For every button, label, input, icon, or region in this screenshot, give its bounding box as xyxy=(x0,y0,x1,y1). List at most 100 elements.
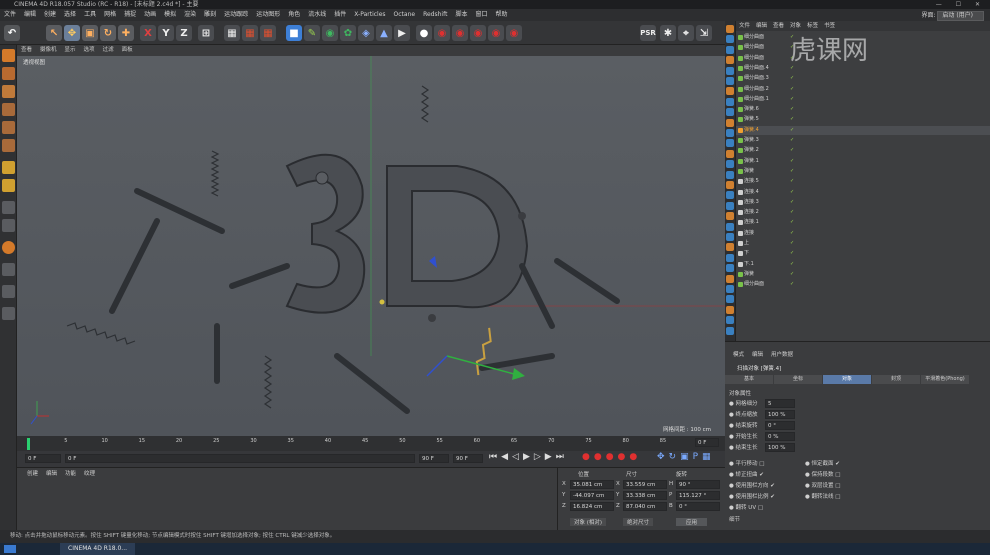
attribute-checkbox[interactable]: ● 恒定截面 ✔ xyxy=(805,459,840,467)
attribute-checkbox[interactable]: ● 平行移动 □ xyxy=(729,459,765,467)
x-axis-icon[interactable]: X xyxy=(140,25,156,41)
attribute-checkbox[interactable]: ● 翻转 UV □ xyxy=(729,503,763,511)
layout-selector[interactable]: 界面: 启动 (用户) xyxy=(921,10,984,21)
object-row[interactable]: 弹簧.5 ✓ xyxy=(736,115,990,124)
object-row[interactable]: 弹簧.3 ✓ xyxy=(736,136,990,145)
window-controls[interactable]: — ☐ ✕ xyxy=(936,0,986,9)
visibility-check[interactable]: ✓ xyxy=(790,280,794,289)
right-tab-icon[interactable] xyxy=(726,305,734,314)
scale-icon[interactable]: ▣ xyxy=(82,25,98,41)
visibility-check[interactable]: ✓ xyxy=(790,126,794,135)
object-menu-item[interactable]: 查看 xyxy=(770,23,787,29)
right-tab-icon[interactable] xyxy=(726,97,734,106)
object-row[interactable]: 连接.3 ✓ xyxy=(736,198,990,207)
object-row[interactable]: 细分曲面 ✓ xyxy=(736,280,990,289)
layer-icon[interactable] xyxy=(2,285,15,298)
select-icon[interactable]: ↖ xyxy=(46,25,62,41)
right-tab-icon[interactable] xyxy=(726,233,734,241)
render-view-icon[interactable]: ▦ xyxy=(224,25,240,41)
right-tab-icon[interactable] xyxy=(726,201,734,210)
viewport-menu-item[interactable]: 面板 xyxy=(118,47,137,53)
attribute-tab[interactable]: 封顶 xyxy=(872,375,920,384)
render-settings-icon[interactable]: ▦ xyxy=(260,25,276,41)
visibility-check[interactable]: ✓ xyxy=(790,260,794,269)
start-frame-field[interactable] xyxy=(65,454,415,463)
visibility-check[interactable]: ✓ xyxy=(790,249,794,258)
model-mode-icon[interactable] xyxy=(2,49,15,62)
visibility-check[interactable]: ✓ xyxy=(790,136,794,145)
attribute-field-input[interactable] xyxy=(765,421,795,430)
object-row[interactable]: 连接 ✓ xyxy=(736,229,990,238)
rotation-h-field[interactable] xyxy=(676,480,720,489)
record-buttons[interactable]: ●●●●● xyxy=(582,452,641,462)
size-mode-select[interactable]: 绝对尺寸 xyxy=(623,518,654,526)
redshift-icon-4[interactable]: ◉ xyxy=(488,25,504,41)
object-row[interactable]: 细分曲面.3 ✓ xyxy=(736,74,990,83)
redshift-icon-3[interactable]: ◉ xyxy=(470,25,486,41)
attribute-field-input[interactable] xyxy=(765,399,795,408)
menu-item[interactable]: 脚本 xyxy=(451,9,471,21)
right-tab-icon[interactable] xyxy=(726,222,734,231)
sculpt-icon[interactable] xyxy=(2,241,15,254)
material-menu-item[interactable]: 创建 xyxy=(23,471,42,477)
menu-item[interactable]: 捕捉 xyxy=(120,9,140,21)
menu-item[interactable]: 模拟 xyxy=(160,9,180,21)
menu-item[interactable]: 创建 xyxy=(40,9,60,21)
right-tab-icon[interactable] xyxy=(726,170,734,179)
attribute-tab[interactable]: 基本 xyxy=(725,375,773,384)
visibility-check[interactable]: ✓ xyxy=(790,208,794,217)
attribute-checkbox[interactable]: ● 使用围栏方向 ✔ xyxy=(729,481,775,489)
coord-mode-select[interactable]: 对象 (相对) xyxy=(570,518,607,526)
right-tab-icon[interactable] xyxy=(726,274,734,283)
right-tab-icon[interactable] xyxy=(726,129,734,137)
attribute-field-input[interactable] xyxy=(765,443,795,452)
coord-system-icon[interactable]: ⊞ xyxy=(198,25,214,41)
menu-item[interactable]: Octane xyxy=(390,9,420,21)
object-row[interactable]: 弹簧 ✓ xyxy=(736,167,990,176)
material-menu-item[interactable]: 功能 xyxy=(61,471,80,477)
right-tab-icon[interactable] xyxy=(726,45,734,54)
menu-item[interactable]: 角色 xyxy=(284,9,304,21)
visibility-check[interactable]: ✓ xyxy=(790,198,794,207)
visibility-check[interactable]: ✓ xyxy=(790,177,794,186)
visibility-check[interactable]: ✓ xyxy=(790,270,794,279)
object-row[interactable]: 弹簧.4 ✓ xyxy=(736,125,990,135)
deformer-icon[interactable]: ◈ xyxy=(358,25,374,41)
right-tab-icon[interactable] xyxy=(726,295,734,304)
right-tab-icon[interactable] xyxy=(726,35,734,44)
viewport-menu-item[interactable]: 显示 xyxy=(61,47,80,53)
visibility-check[interactable]: ✓ xyxy=(790,157,794,166)
menu-item[interactable]: 编辑 xyxy=(20,9,40,21)
snap-icon[interactable]: ✱ xyxy=(660,25,676,41)
undo-icon[interactable]: ↶ xyxy=(4,25,20,41)
axis-lock-icon[interactable]: ⇲ xyxy=(696,25,712,41)
right-tab-icon[interactable] xyxy=(726,326,734,335)
scene-icon[interactable]: ▲ xyxy=(376,25,392,41)
object-row[interactable]: 连接.5 ✓ xyxy=(736,177,990,186)
rotate-icon[interactable]: ↻ xyxy=(100,25,116,41)
attribute-tab[interactable]: 平滑着色(Phong) xyxy=(921,375,969,384)
menu-item[interactable]: 插件 xyxy=(330,9,350,21)
visibility-check[interactable]: ✓ xyxy=(790,188,794,197)
position-x-field[interactable] xyxy=(570,480,614,489)
object-row[interactable]: 弹簧.2 ✓ xyxy=(736,146,990,155)
menu-item[interactable]: 运动跟踪 xyxy=(220,9,252,21)
visibility-check[interactable]: ✓ xyxy=(790,85,794,94)
camera-icon[interactable]: ▶ xyxy=(394,25,410,41)
attribute-menu-item[interactable]: 编辑 xyxy=(748,352,767,358)
object-menu-item[interactable]: 文件 xyxy=(736,23,753,29)
material-menu-item[interactable]: 编辑 xyxy=(42,471,61,477)
right-tab-icon[interactable] xyxy=(726,108,734,117)
end-frame-field-2[interactable] xyxy=(453,454,483,463)
viewport[interactable]: 透视视图 网格间距: 100 cm xyxy=(17,56,725,436)
right-tab-icon[interactable] xyxy=(726,139,734,148)
right-tab-icon[interactable] xyxy=(726,118,734,127)
object-menu-item[interactable]: 标签 xyxy=(804,23,821,29)
position-z-field[interactable] xyxy=(570,502,614,511)
grid-icon[interactable] xyxy=(2,307,15,320)
attribute-tab[interactable]: 对象 xyxy=(823,375,871,384)
right-tab-icon[interactable] xyxy=(726,264,734,273)
edges-mode-icon[interactable] xyxy=(2,121,15,134)
object-row[interactable]: 弹簧.1 ✓ xyxy=(736,157,990,166)
axis-mode-icon[interactable] xyxy=(2,161,15,174)
